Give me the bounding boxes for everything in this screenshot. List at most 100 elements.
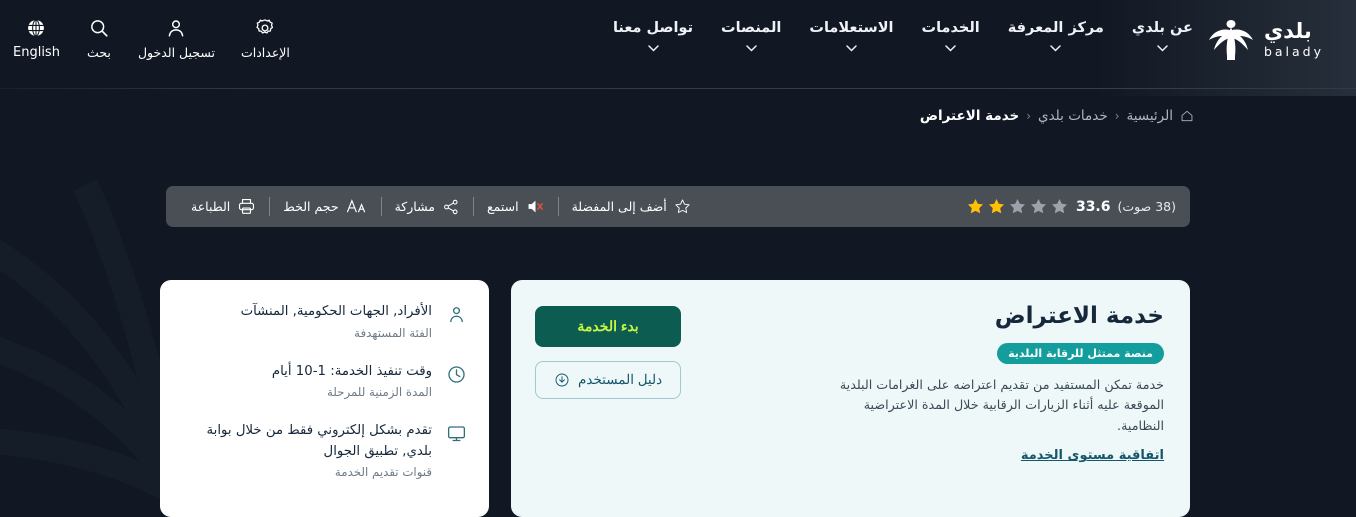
login-button[interactable]: تسجيل الدخول — [125, 17, 228, 60]
info-row-channels: تقدم بشكل إلكتروني فقط من خلال بوابة بلد… — [178, 421, 467, 479]
chevron-down-icon — [846, 45, 857, 52]
language-label: English — [13, 45, 60, 60]
breadcrumb-item-home[interactable]: الرئيسية — [1127, 108, 1174, 124]
nav-label: الاستعلامات — [809, 20, 894, 36]
breadcrumb-separator: ‹ — [1114, 109, 1120, 123]
logo-name-en: balady — [1263, 44, 1324, 60]
nav-label: المنصات — [721, 20, 782, 36]
printer-icon — [239, 198, 255, 214]
chevron-down-icon — [1157, 45, 1168, 52]
info-main: تقدم بشكل إلكتروني فقط من خلال بوابة بلد… — [206, 423, 432, 459]
user-guide-button[interactable]: دليل المستخدم — [535, 361, 682, 399]
service-meta-card: الأفراد, الجهات الحكومية, المنشآت الفئة … — [160, 280, 489, 517]
download-circle-icon — [555, 373, 569, 387]
actionbar-divider — [269, 197, 271, 216]
actionbar-actions: أضف إلى المفضلة استمع مشاركة حجم الخط ال… — [178, 197, 704, 216]
chevron-down-icon — [945, 45, 956, 52]
sla-link[interactable]: اتفاقية مستوى الخدمة — [1021, 448, 1164, 463]
font-size-icon — [346, 198, 365, 212]
service-detail-card: خدمة الاعتراض منصة ممتثل للرقابة البلدية… — [511, 280, 1190, 517]
chevron-down-icon — [1050, 45, 1062, 52]
site-logo[interactable]: بلدي balady — [1207, 18, 1324, 62]
nav-item-2[interactable]: الخدمات — [908, 20, 994, 52]
header-divider — [0, 88, 1356, 89]
share-nodes-icon — [444, 199, 458, 214]
site-header: بلدي balady عن بلدي مركز المعرفة الخدمات… — [0, 0, 1356, 88]
font-size-label: حجم الخط — [283, 199, 339, 214]
star-filled-icon[interactable] — [966, 197, 985, 216]
page-root: بلدي balady عن بلدي مركز المعرفة الخدمات… — [0, 0, 1356, 517]
settings-label: الإعدادات — [240, 45, 290, 60]
info-sub: قنوات تقديم الخدمة — [334, 465, 432, 480]
breadcrumb-item-services[interactable]: خدمات بلدي — [1038, 108, 1108, 124]
gear-icon — [256, 19, 274, 34]
home-icon — [1181, 110, 1193, 122]
rating-value: 33.6 — [1075, 198, 1111, 215]
breadcrumb: الرئيسية ‹ خدمات بلدي ‹ خدمة الاعتراض — [920, 108, 1194, 124]
nav-item-0[interactable]: عن بلدي — [1118, 20, 1207, 52]
page-title: خدمة الاعتراض — [994, 303, 1164, 329]
nav-item-3[interactable]: الاستعلامات — [795, 20, 907, 52]
add-to-favorites-button[interactable]: أضف إلى المفضلة — [559, 198, 704, 215]
actionbar-divider — [380, 197, 382, 216]
search-label: بحث — [87, 45, 111, 60]
star-empty-icon[interactable] — [1029, 197, 1048, 216]
nav-item-4[interactable]: المنصات — [707, 20, 795, 52]
service-cards: خدمة الاعتراض منصة ممتثل للرقابة البلدية… — [160, 280, 1190, 517]
service-actions: بدء الخدمة دليل المستخدم — [535, 302, 682, 497]
breadcrumb-item-current: خدمة الاعتراض — [919, 108, 1020, 124]
info-main: وقت تنفيذ الخدمة: 1-10 أيام — [271, 363, 432, 379]
print-label: الطباعة — [191, 199, 231, 214]
star-filled-icon[interactable] — [987, 197, 1006, 216]
chevron-down-icon — [745, 45, 757, 52]
settings-button[interactable]: الإعدادات — [228, 17, 303, 60]
logo-text: بلدي balady — [1264, 21, 1324, 59]
nav-label: الخدمات — [921, 20, 980, 36]
info-text: تقدم بشكل إلكتروني فقط من خلال بوابة بلد… — [178, 421, 432, 479]
info-main: الأفراد, الجهات الحكومية, المنشآت — [240, 304, 432, 319]
share-button[interactable]: مشاركة — [382, 198, 473, 216]
actionbar-divider — [557, 197, 559, 216]
logo-name-ar: بلدي — [1263, 19, 1312, 44]
actionbar-divider — [472, 197, 474, 216]
share-label: مشاركة — [394, 199, 435, 214]
main-navigation: عن بلدي مركز المعرفة الخدمات الاستعلامات… — [599, 20, 1207, 52]
nav-item-1[interactable]: مركز المعرفة — [994, 20, 1118, 52]
search-button[interactable]: بحث — [73, 17, 125, 60]
info-text: الأفراد, الجهات الحكومية, المنشآت الفئة … — [178, 302, 432, 340]
listen-label: استمع — [486, 199, 519, 214]
nav-label: تواصل معنا — [612, 20, 694, 36]
rating-votes: (38 صوت) — [1117, 199, 1177, 214]
info-row-duration: وقت تنفيذ الخدمة: 1-10 أيام المدة الزمني… — [178, 362, 467, 400]
search-icon — [91, 20, 108, 37]
rating-widget[interactable]: (38 صوت) 33.6 — [966, 197, 1176, 216]
service-info: خدمة الاعتراض منصة ممتثل للرقابة البلدية… — [834, 302, 1164, 497]
star-empty-icon[interactable] — [1008, 197, 1027, 216]
service-action-bar: (38 صوت) 33.6 أضف إلى المفضلة استمع مشار… — [166, 186, 1190, 227]
font-size-button[interactable]: حجم الخط — [270, 198, 380, 216]
star-empty-icon[interactable] — [1050, 197, 1069, 216]
start-service-button[interactable]: بدء الخدمة — [535, 306, 682, 347]
info-text: وقت تنفيذ الخدمة: 1-10 أيام المدة الزمني… — [178, 362, 432, 400]
language-button[interactable]: English — [0, 17, 73, 60]
nav-item-5[interactable]: تواصل معنا — [599, 20, 707, 52]
print-button[interactable]: الطباعة — [178, 197, 269, 216]
add-to-favorites-label: أضف إلى المفضلة — [571, 199, 667, 214]
star-outline-icon — [675, 199, 690, 213]
info-sub: الفئة المستهدفة — [354, 325, 432, 340]
header-utilities: الإعدادات تسجيل الدخول بحث English — [0, 17, 303, 60]
service-description: خدمة تمكن المستفيد من تقديم اعتراضه على … — [839, 376, 1164, 433]
login-label: تسجيل الدخول — [137, 45, 215, 60]
info-row-audience: الأفراد, الجهات الحكومية, المنشآت الفئة … — [178, 302, 467, 340]
user-icon — [169, 20, 184, 37]
palm-tree-icon — [1208, 20, 1253, 60]
listen-button[interactable]: استمع — [474, 198, 558, 215]
info-sub: المدة الزمنية للمرحلة — [326, 385, 432, 400]
nav-label: عن بلدي — [1131, 20, 1193, 36]
rating-stars[interactable] — [966, 197, 1069, 216]
clock-icon — [445, 362, 467, 385]
status-badge: منصة ممتثل للرقابة البلدية — [997, 342, 1164, 364]
chevron-down-icon — [647, 45, 659, 52]
user-icon — [445, 302, 467, 325]
nav-label: مركز المعرفة — [1007, 20, 1104, 36]
